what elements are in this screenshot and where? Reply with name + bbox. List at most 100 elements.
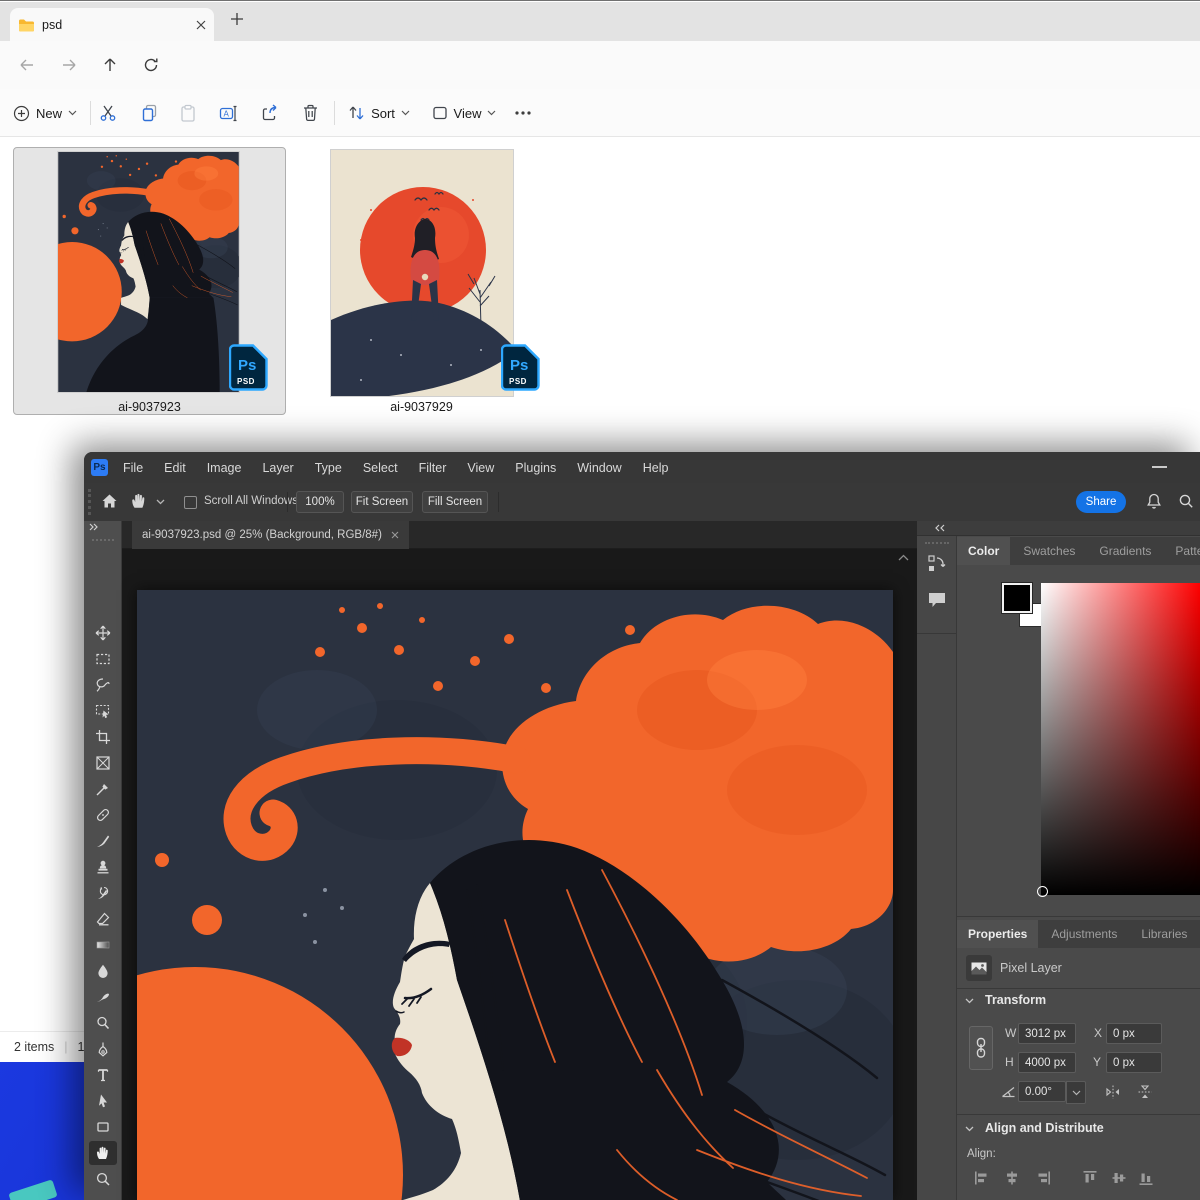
menu-layer[interactable]: Layer bbox=[257, 458, 298, 478]
dodge-tool[interactable] bbox=[89, 1011, 117, 1035]
tools-collapse-icon[interactable] bbox=[84, 523, 122, 537]
menu-file[interactable]: File bbox=[118, 458, 148, 478]
document-close-icon[interactable] bbox=[391, 531, 399, 539]
tab-patterns[interactable]: Patterns bbox=[1164, 537, 1200, 565]
menu-window[interactable]: Window bbox=[572, 458, 626, 478]
copy-button[interactable] bbox=[134, 97, 166, 129]
hand-tool-options-icon[interactable] bbox=[130, 491, 148, 511]
eyedropper-tool[interactable] bbox=[89, 777, 117, 801]
width-input[interactable] bbox=[1018, 1023, 1076, 1044]
rotation-angle-input[interactable] bbox=[1018, 1081, 1066, 1102]
align-horizontal-centers-icon[interactable] bbox=[1004, 1170, 1020, 1186]
align-top-edges-icon[interactable] bbox=[1082, 1170, 1098, 1186]
search-icon[interactable] bbox=[1178, 493, 1194, 509]
rename-button[interactable]: A bbox=[212, 97, 244, 129]
share-file-button[interactable] bbox=[254, 97, 286, 129]
view-button[interactable]: View bbox=[424, 97, 504, 129]
eraser-tool[interactable] bbox=[89, 907, 117, 931]
menu-edit[interactable]: Edit bbox=[159, 458, 191, 478]
minimize-button[interactable] bbox=[1152, 466, 1167, 468]
move-tool[interactable] bbox=[89, 621, 117, 645]
menu-select[interactable]: Select bbox=[358, 458, 403, 478]
canvas-scrollbar-up-icon[interactable] bbox=[898, 554, 909, 561]
new-button[interactable]: New bbox=[10, 97, 80, 129]
history-panel-icon[interactable] bbox=[927, 554, 947, 574]
history-brush-tool[interactable] bbox=[89, 881, 117, 905]
zoom-100-button[interactable]: 100% bbox=[296, 491, 344, 513]
brush-tool[interactable] bbox=[89, 829, 117, 853]
up-button[interactable] bbox=[94, 49, 126, 81]
delete-button[interactable] bbox=[294, 97, 326, 129]
explorer-tab[interactable]: psd bbox=[10, 8, 214, 41]
notifications-bell-icon[interactable] bbox=[1146, 493, 1162, 510]
gradient-tool[interactable] bbox=[89, 933, 117, 957]
x-input[interactable] bbox=[1106, 1023, 1162, 1044]
refresh-button[interactable] bbox=[135, 49, 167, 81]
flip-vertical-icon[interactable] bbox=[1137, 1084, 1153, 1100]
pen-tool[interactable] bbox=[89, 1037, 117, 1061]
menu-help[interactable]: Help bbox=[638, 458, 674, 478]
type-tool[interactable] bbox=[89, 1063, 117, 1087]
canvas-artwork[interactable] bbox=[137, 590, 893, 1200]
file-name: ai-9037929 bbox=[296, 400, 547, 414]
tab-color[interactable]: Color bbox=[957, 537, 1010, 565]
frame-tool[interactable] bbox=[89, 751, 117, 775]
tab-properties[interactable]: Properties bbox=[957, 920, 1038, 948]
align-left-edges-icon[interactable] bbox=[974, 1170, 990, 1186]
fit-screen-button[interactable]: Fit Screen bbox=[351, 491, 413, 513]
angle-dropdown-icon[interactable] bbox=[1066, 1081, 1086, 1104]
object-selection-tool[interactable] bbox=[89, 699, 117, 723]
menu-image[interactable]: Image bbox=[202, 458, 247, 478]
menu-type[interactable]: Type bbox=[310, 458, 347, 478]
file-item[interactable]: Ps PSD ai-9037929 bbox=[295, 147, 548, 415]
align-bottom-edges-icon[interactable] bbox=[1138, 1170, 1154, 1186]
lasso-tool[interactable] bbox=[89, 673, 117, 697]
shape-tool[interactable] bbox=[89, 1115, 117, 1139]
file-item-selected[interactable]: Ps PSD ai-9037923 bbox=[13, 147, 286, 415]
hand-tool-chevron-icon[interactable] bbox=[156, 499, 165, 505]
menu-plugins[interactable]: Plugins bbox=[510, 458, 561, 478]
marquee-tool[interactable] bbox=[89, 647, 117, 671]
color-picker-handle[interactable] bbox=[1037, 886, 1048, 897]
back-button[interactable] bbox=[11, 49, 43, 81]
y-input[interactable] bbox=[1106, 1052, 1162, 1073]
document-tab[interactable]: ai-9037923.psd @ 25% (Background, RGB/8#… bbox=[132, 521, 409, 549]
clone-stamp-tool[interactable] bbox=[89, 855, 117, 879]
comments-panel-icon[interactable] bbox=[927, 591, 947, 609]
transform-collapse-icon[interactable] bbox=[965, 998, 974, 1004]
height-input[interactable] bbox=[1018, 1052, 1076, 1073]
smudge-tool[interactable] bbox=[89, 985, 117, 1009]
align-vertical-centers-icon[interactable] bbox=[1111, 1170, 1127, 1186]
share-button[interactable]: Share bbox=[1076, 491, 1126, 513]
crop-tool[interactable] bbox=[89, 725, 117, 749]
new-tab-button[interactable] bbox=[230, 12, 244, 26]
menu-filter[interactable]: Filter bbox=[414, 458, 452, 478]
forward-button[interactable] bbox=[53, 49, 85, 81]
blur-tool[interactable] bbox=[89, 959, 117, 983]
more-options-icon[interactable] bbox=[508, 97, 538, 129]
align-right-edges-icon[interactable] bbox=[1035, 1170, 1051, 1186]
menu-view[interactable]: View bbox=[462, 458, 499, 478]
panel-collapse-bar[interactable] bbox=[917, 521, 1200, 536]
psd-badge: Ps PSD bbox=[229, 344, 268, 391]
tab-libraries[interactable]: Libraries bbox=[1130, 920, 1198, 948]
scroll-all-windows-checkbox[interactable] bbox=[184, 496, 197, 509]
color-picker-field[interactable] bbox=[1041, 583, 1200, 895]
link-dimensions-icon[interactable] bbox=[969, 1026, 993, 1070]
flip-horizontal-icon[interactable] bbox=[1105, 1084, 1121, 1100]
tab-adjustments[interactable]: Adjustments bbox=[1040, 920, 1128, 948]
tab-swatches[interactable]: Swatches bbox=[1012, 537, 1086, 565]
explorer-command-bar: New A Sor bbox=[0, 89, 1200, 137]
fill-screen-button[interactable]: Fill Screen bbox=[422, 491, 488, 513]
sort-button[interactable]: Sort bbox=[340, 97, 418, 129]
hand-tool-selected[interactable] bbox=[89, 1141, 117, 1165]
tab-close-icon[interactable] bbox=[196, 20, 206, 30]
zoom-tool[interactable] bbox=[89, 1167, 117, 1191]
more-tools-icon[interactable] bbox=[89, 1193, 117, 1200]
tab-gradients[interactable]: Gradients bbox=[1088, 537, 1162, 565]
align-collapse-icon[interactable] bbox=[965, 1126, 974, 1132]
home-icon[interactable] bbox=[101, 493, 118, 509]
healing-brush-tool[interactable] bbox=[89, 803, 117, 827]
cut-button[interactable] bbox=[92, 97, 124, 129]
path-selection-tool[interactable] bbox=[89, 1089, 117, 1113]
